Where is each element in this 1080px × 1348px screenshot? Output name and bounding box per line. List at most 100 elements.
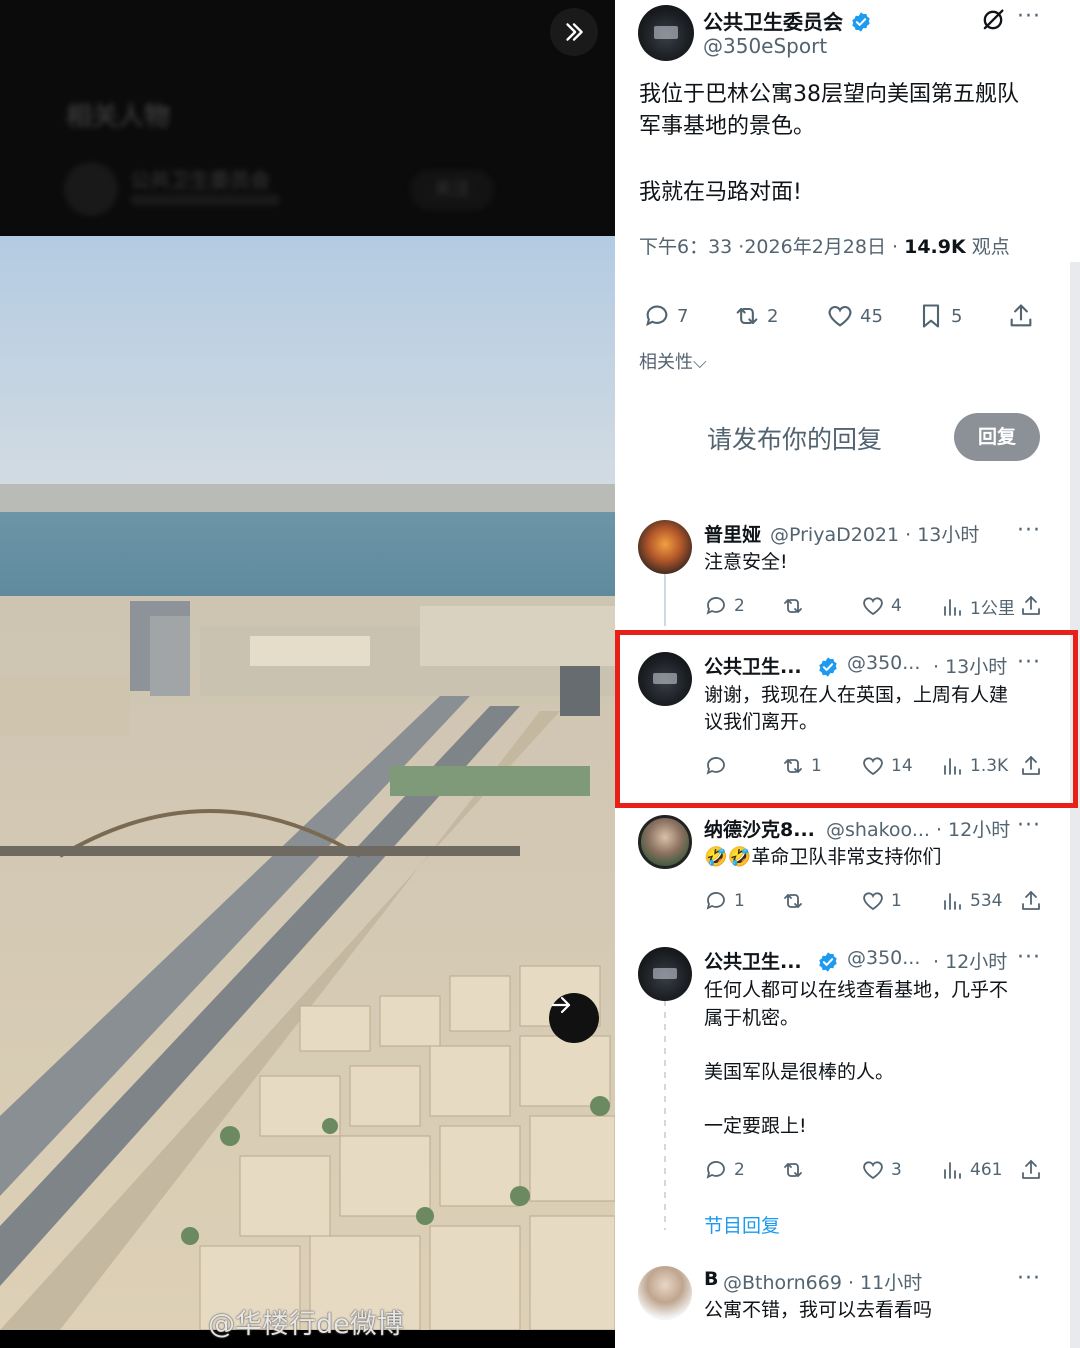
share-icon — [1022, 891, 1040, 910]
reply-button[interactable]: 7 — [643, 302, 688, 330]
thread-connector — [664, 574, 666, 626]
avatar[interactable] — [638, 5, 694, 61]
views-chart-icon — [944, 598, 961, 616]
reply-author-name[interactable]: 普里娅 — [704, 520, 761, 547]
like-button[interactable]: 3 — [861, 1158, 902, 1182]
avatar[interactable] — [638, 1266, 692, 1320]
avatar[interactable] — [638, 815, 692, 869]
reply-button[interactable] — [704, 754, 734, 778]
share-icon — [1022, 756, 1040, 775]
like-button[interactable]: 1 — [861, 889, 902, 913]
reply-author-handle[interactable]: @350... — [847, 947, 920, 969]
media-viewer: 相关人物 公共卫生委员会 关注 — [0, 0, 615, 1348]
post-text: 我就在马路对面! — [639, 180, 802, 205]
share-button[interactable] — [1007, 302, 1035, 330]
reply-text: 谢谢，我现在人在英国，上周有人建 — [704, 684, 1009, 706]
sort-replies-dropdown[interactable]: 相关性⌵ — [639, 348, 707, 374]
reply-author-handle[interactable]: @PriyaD2021 · 13小时 — [770, 520, 979, 547]
more-options-icon[interactable]: ··· — [1017, 1266, 1041, 1291]
chevron-down-icon: ⌵ — [693, 352, 707, 373]
reply-icon — [706, 757, 725, 775]
reply-icon — [706, 597, 725, 615]
reply-author-name[interactable]: B — [704, 1268, 718, 1290]
share-icon — [1022, 1160, 1040, 1179]
avatar[interactable] — [638, 520, 692, 574]
reply-author-handle[interactable]: @Bthorn669 · 11小时 — [723, 1268, 922, 1295]
reply-input[interactable]: 请发布你的回复 — [707, 420, 882, 456]
views-button[interactable]: 461 — [940, 1158, 1002, 1182]
like-button[interactable]: 45 — [826, 302, 883, 330]
reply-author-name[interactable]: 公共卫生... — [704, 652, 802, 679]
reply-author-handle[interactable]: @350... — [847, 652, 920, 674]
bookmark-button[interactable]: 5 — [917, 302, 962, 330]
repost-button[interactable] — [781, 594, 805, 618]
more-options-icon[interactable]: ··· — [1017, 813, 1041, 838]
reply-author-name[interactable]: 公共卫生... — [704, 947, 802, 974]
share-button[interactable] — [1019, 594, 1043, 618]
collapse-panel-button[interactable] — [550, 8, 598, 56]
reply-timestamp[interactable]: · 13小时 — [933, 652, 1007, 679]
heart-icon — [828, 305, 852, 327]
arrow-right-icon — [551, 996, 571, 1014]
reply-author-name[interactable]: 纳德沙克8... — [704, 815, 815, 842]
share-button[interactable] — [1019, 754, 1043, 778]
post-text: 军事基地的景色。 — [639, 114, 816, 139]
heart-icon — [863, 757, 883, 776]
reply-author-handle[interactable]: @shakoo... · 12小时 — [826, 815, 1010, 842]
reply-text: 属于机密。 — [704, 1007, 800, 1029]
post-photo[interactable] — [0, 236, 615, 1330]
views-button[interactable]: 1.3K — [940, 754, 1008, 778]
reply-icon — [646, 305, 668, 327]
heart-icon — [863, 892, 883, 911]
city-aerial-photo — [0, 236, 615, 1330]
reply-submit-button[interactable]: 回复 — [954, 413, 1040, 461]
reply-text: 公寓不错，我可以去看看吗 — [704, 1299, 933, 1321]
more-options-icon[interactable]: ··· — [1017, 518, 1041, 543]
share-icon — [1022, 596, 1040, 615]
reply-timestamp[interactable]: · 12小时 — [933, 947, 1007, 974]
reply-button[interactable]: 2 — [704, 1158, 745, 1182]
show-replies-link[interactable]: 节目回复 — [704, 1211, 780, 1238]
like-button[interactable]: 4 — [861, 594, 902, 618]
avatar[interactable] — [638, 652, 692, 706]
reply-text: 美国军队是很棒的人。 — [704, 1061, 895, 1083]
more-options-icon[interactable]: ··· — [1017, 945, 1041, 970]
repost-button[interactable]: 2 — [733, 302, 778, 330]
reply-button[interactable]: 1 — [704, 889, 745, 913]
views-chart-icon — [944, 758, 961, 775]
avatar[interactable] — [638, 947, 692, 1001]
author-handle[interactable]: @350eSport — [703, 34, 827, 58]
share-button[interactable] — [1019, 1158, 1043, 1182]
related-person-name: 公共卫生委员会 — [130, 168, 270, 192]
repost-icon — [784, 759, 802, 773]
more-options-icon[interactable]: ··· — [1017, 650, 1041, 675]
repost-button[interactable] — [781, 889, 805, 913]
repost-button[interactable]: 1 — [781, 754, 822, 778]
author-name[interactable]: 公共卫生委员会 — [703, 6, 872, 35]
views-button[interactable]: 534 — [940, 889, 1002, 913]
views-button[interactable]: 1公里 — [940, 594, 1015, 619]
share-button[interactable] — [1019, 889, 1043, 913]
repost-button[interactable] — [781, 1158, 805, 1182]
repost-icon — [784, 1163, 802, 1177]
repost-icon — [784, 599, 802, 613]
verified-badge-icon — [819, 657, 837, 677]
heart-icon — [863, 1161, 883, 1180]
follow-button[interactable]: 关注 — [410, 170, 494, 210]
next-media-button[interactable] — [549, 993, 599, 1043]
repost-icon — [784, 894, 802, 908]
more-options-icon[interactable]: ··· — [1017, 4, 1041, 29]
reply-text: 🤣🤣革命卫队非常支持你们 — [704, 846, 942, 868]
views-chart-icon — [944, 1162, 961, 1179]
reply-button[interactable]: 2 — [704, 594, 745, 618]
like-button[interactable]: 14 — [861, 754, 913, 778]
post-text: 我位于巴林公寓38层望向美国第五舰队 — [639, 82, 1019, 107]
reply-icon — [706, 1161, 725, 1179]
related-people-title: 相关人物 — [66, 102, 171, 132]
grok-icon[interactable] — [979, 6, 1007, 34]
reply-icon — [706, 892, 725, 910]
post-timestamp-views[interactable]: 下午6：33 ·2026年2月28日 · 14.9K 观点 — [639, 232, 1010, 259]
scrollbar[interactable] — [1070, 262, 1080, 1348]
related-person-handle — [130, 194, 280, 206]
blurred-related-people-panel: 相关人物 公共卫生委员会 关注 — [0, 0, 615, 236]
